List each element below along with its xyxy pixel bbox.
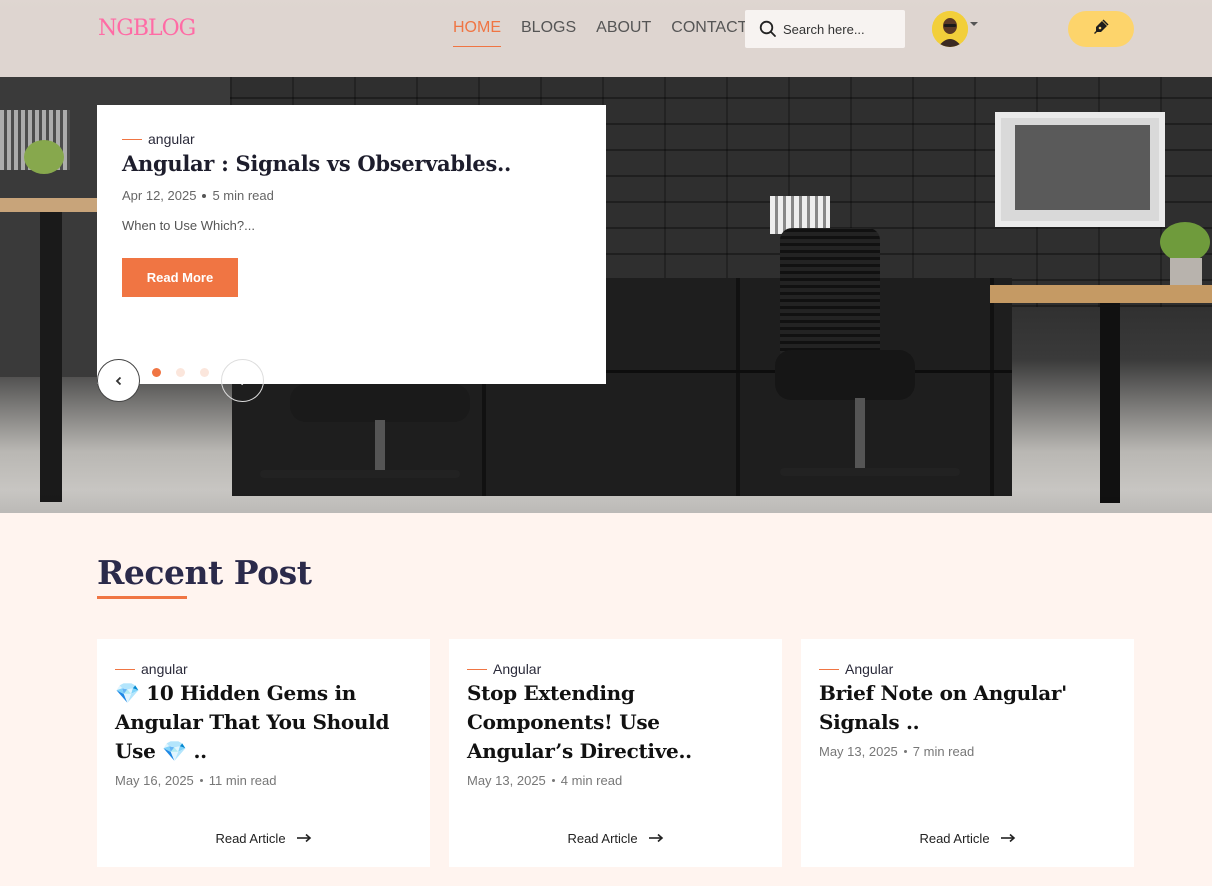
arrow-right-icon [1000,831,1016,846]
post-card: Angular Stop Extending Components! Use A… [449,639,782,867]
meta-dot [551,779,555,782]
post-date: May 13, 2025 [819,744,898,759]
hero-plant-left [24,140,64,174]
category-label[interactable]: angular [148,131,195,147]
read-article-label: Read Article [919,831,990,846]
post-title[interactable]: 💎 10 Hidden Gems in Angular That You Sho… [115,679,415,766]
post-card: Angular Brief Note on Angular' Signals .… [801,639,1134,867]
category-line [122,138,142,140]
post-read-time: 11 min read [208,773,277,788]
featured-read-time: 5 min read [212,188,274,203]
post-category: Angular [819,661,893,677]
arrow-right-icon [296,831,312,846]
hero-chair-base [780,468,960,476]
hero-floor [0,490,1212,513]
featured-category: angular [122,131,195,147]
recent-post-heading: Recent Post [97,553,312,592]
search-icon[interactable] [759,20,777,38]
category-line [467,668,487,670]
hero-desk-left-leg [40,212,62,502]
hero-chair-left-stem [375,420,385,470]
slider-next-button[interactable] [221,359,264,402]
hero-desk-right-leg [1100,303,1120,503]
nav-blogs[interactable]: BLOGS [521,19,576,47]
post-title[interactable]: Brief Note on Angular' Signals .. [819,679,1119,737]
meta-dot [199,779,203,782]
slider-controls [97,359,267,403]
meta-dot [202,193,207,198]
category-label[interactable]: angular [141,661,188,677]
featured-post-card: angular Angular : Signals vs Observables… [97,105,606,384]
post-meta: May 13, 2025 4 min read [467,773,622,788]
featured-title[interactable]: Angular : Signals vs Observables.. [122,151,511,176]
meta-dot [903,750,907,753]
chevron-left-icon [114,371,124,390]
slider-prev-button[interactable] [97,359,140,402]
nav-home[interactable]: HOME [453,19,501,47]
post-title[interactable]: Stop Extending Components! Use Angular’s… [467,679,767,766]
avatar[interactable] [932,11,968,47]
hero-chair-left-base [260,470,460,478]
post-category: angular [115,661,188,677]
post-read-time: 4 min read [560,773,623,788]
slide-dot-1[interactable] [152,368,161,377]
post-card: angular 💎 10 Hidden Gems in Angular That… [97,639,430,867]
nav-about[interactable]: ABOUT [596,19,651,47]
post-category: Angular [467,661,541,677]
chevron-down-icon[interactable] [970,22,978,26]
hero-desk-left [0,198,110,212]
featured-excerpt: When to Use Which?... [122,218,255,233]
featured-date: Apr 12, 2025 [122,188,197,203]
write-post-button[interactable] [1068,11,1134,47]
read-article-link[interactable]: Read Article [449,831,782,846]
read-more-button[interactable]: Read More [122,258,238,297]
post-date: May 13, 2025 [467,773,546,788]
hero-monitor-screen [1015,125,1150,210]
read-article-link[interactable]: Read Article [97,831,430,846]
site-logo[interactable]: NGBLOG [98,16,196,41]
post-read-time: 7 min read [912,744,975,759]
slide-dot-3[interactable] [200,368,209,377]
read-article-label: Read Article [215,831,286,846]
category-label[interactable]: Angular [845,661,893,677]
read-article-link[interactable]: Read Article [801,831,1134,846]
hero-chair-seat [775,350,915,400]
search-box [745,10,905,48]
heading-underline [97,596,187,599]
post-meta: May 13, 2025 7 min read [819,744,974,759]
arrow-right-icon [648,831,664,846]
slide-dot-2[interactable] [176,368,185,377]
hero-desk-right [990,285,1212,303]
category-line [819,668,839,670]
category-line [115,668,135,670]
featured-meta: Apr 12, 2025 5 min read [122,188,274,203]
hero-chair-back [780,228,880,358]
hero-chair-stem [855,398,865,468]
chevron-right-icon [238,371,248,390]
read-article-label: Read Article [567,831,638,846]
post-date: May 16, 2025 [115,773,194,788]
post-meta: May 16, 2025 11 min read [115,773,276,788]
category-label[interactable]: Angular [493,661,541,677]
main-nav: HOME BLOGS ABOUT CONTACT [453,19,747,47]
nav-contact[interactable]: CONTACT [671,19,747,47]
hero-plant-right [1160,222,1210,262]
pen-nib-icon [1093,19,1109,39]
hero-chair-left-seat [290,384,470,422]
top-navbar: NGBLOG HOME BLOGS ABOUT CONTACT [0,0,1212,77]
search-input[interactable] [783,21,903,37]
